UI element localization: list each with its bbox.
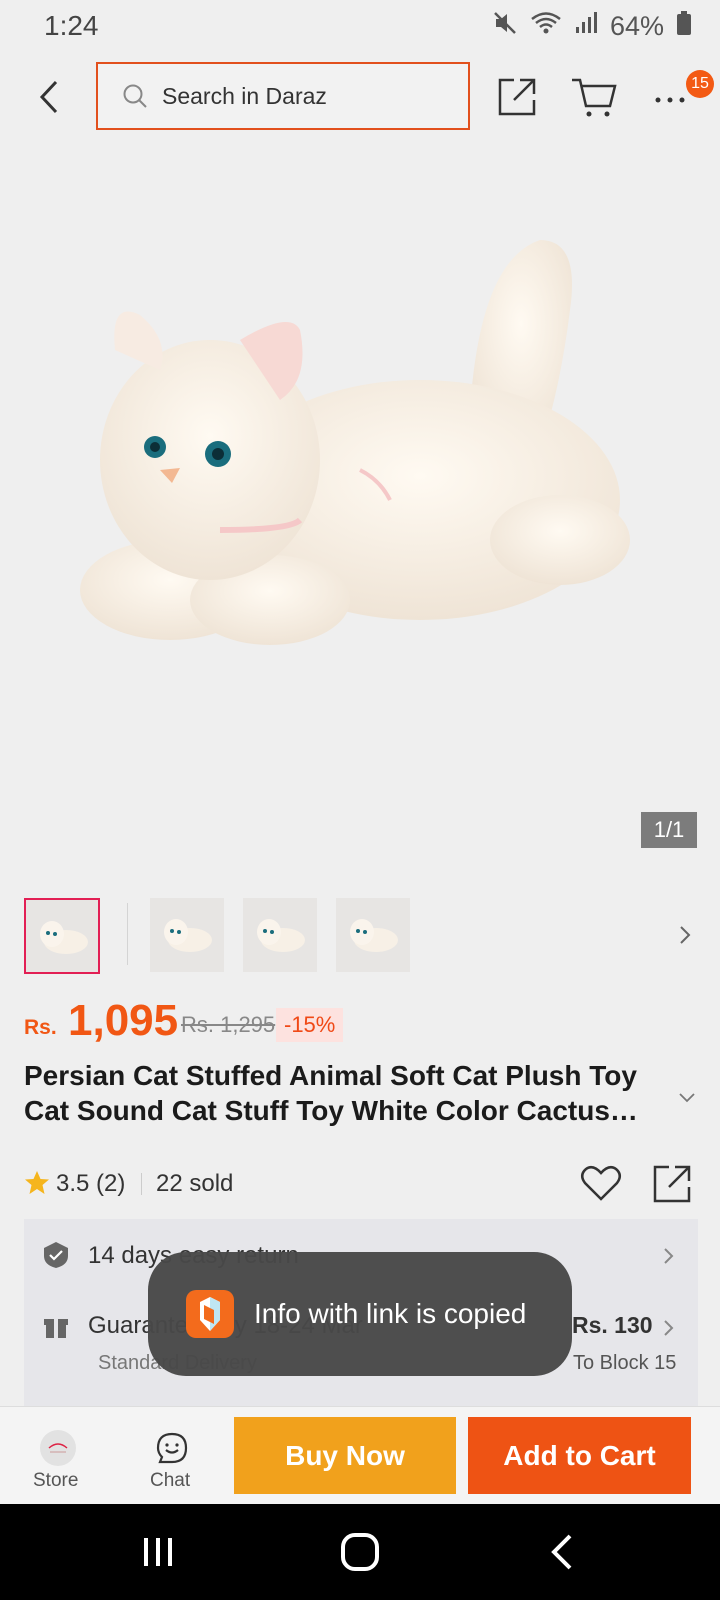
toast-message: Info with link is copied [254, 1298, 527, 1329]
cart-icon [572, 78, 617, 117]
price-original: Rs. 1,295 [181, 1012, 276, 1037]
thumbnail-image [257, 919, 305, 952]
share-icon [498, 78, 536, 116]
thumbnail-divider [127, 903, 128, 965]
store-label[interactable]: Store [33, 1470, 78, 1492]
wifi-icon [530, 10, 562, 43]
plush-cat-image [80, 240, 630, 645]
thumbnail-image [350, 919, 398, 952]
battery-percent: 64% [609, 11, 664, 41]
rating-text[interactable]: 3.5 (2) [56, 1170, 125, 1198]
chevron-right-icon[interactable] [663, 1246, 675, 1266]
chevron-right-icon[interactable] [663, 1318, 675, 1338]
thumbnail[interactable] [150, 898, 224, 972]
status-icons: 64% [492, 10, 692, 43]
delivery-destination: To Block 15 [573, 1352, 677, 1374]
toast-notification: Info with link is copied [148, 1252, 572, 1376]
image-counter: 1/1 [641, 812, 697, 848]
shield-check-icon [43, 1241, 69, 1269]
notification-badge: 15 [686, 70, 714, 98]
system-back-button[interactable] [548, 1532, 576, 1572]
thumbnail-next-button[interactable] [676, 922, 694, 948]
divider [141, 1173, 142, 1195]
star-icon [24, 1170, 50, 1196]
store-logo-icon[interactable] [40, 1430, 76, 1466]
recent-apps-icon [144, 1538, 172, 1566]
daraz-app-icon [186, 1290, 234, 1338]
status-time: 1:24 [44, 10, 99, 41]
add-to-cart-button[interactable]: Add to Cart [468, 1417, 691, 1494]
search-input[interactable]: Search in Daraz [96, 62, 470, 130]
sold-count: 22 sold [156, 1170, 234, 1197]
price-current: 1,095 [68, 996, 179, 1045]
more-dots-icon [655, 97, 685, 103]
home-icon [341, 1533, 379, 1571]
signal-icon [574, 11, 598, 42]
thumbnail-image [164, 919, 212, 952]
share-button[interactable] [652, 1164, 692, 1204]
product-image[interactable] [0, 150, 720, 860]
cart-button[interactable] [570, 74, 620, 120]
share-icon [653, 1165, 691, 1203]
package-icon [43, 1314, 69, 1340]
search-placeholder: Search in Daraz [162, 82, 327, 109]
thumbnail[interactable] [243, 898, 317, 972]
thumbnail-image [40, 921, 88, 954]
battery-icon [676, 10, 692, 43]
home-button[interactable] [340, 1532, 380, 1572]
product-title: Persian Cat Stuffed Animal Soft Cat Plus… [24, 1060, 638, 1126]
title-expand-button[interactable] [678, 1090, 696, 1104]
back-arrow-icon [39, 80, 58, 114]
discount-badge: -15% [276, 1008, 344, 1042]
share-button-top[interactable] [494, 74, 540, 120]
recent-apps-button[interactable] [140, 1534, 176, 1570]
more-menu-button[interactable] [650, 80, 690, 120]
chevron-right-icon [680, 926, 691, 944]
back-icon [551, 1534, 572, 1570]
wishlist-button[interactable] [580, 1164, 622, 1202]
buy-now-button[interactable]: Buy Now [234, 1417, 456, 1494]
mute-icon [492, 10, 518, 43]
delivery-price: Rs. 130 [572, 1312, 653, 1338]
chevron-down-icon [679, 1093, 695, 1103]
chat-icon[interactable] [156, 1432, 188, 1464]
back-button[interactable] [26, 72, 72, 122]
thumbnail[interactable] [336, 898, 410, 972]
price-currency: Rs. [24, 1016, 57, 1039]
thumbnail-selected[interactable] [24, 898, 100, 974]
heart-icon [581, 1165, 621, 1201]
chat-label[interactable]: Chat [150, 1470, 190, 1492]
search-icon [123, 84, 147, 108]
